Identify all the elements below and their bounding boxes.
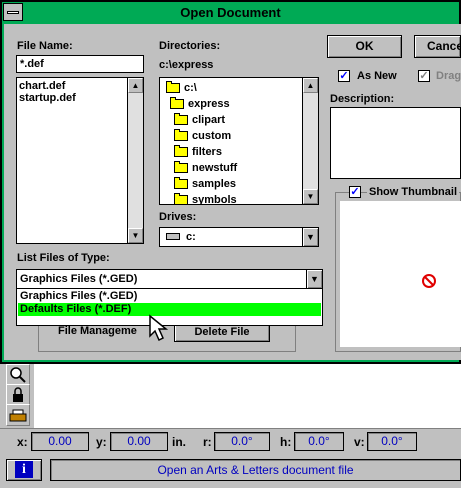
description-label: Description: bbox=[330, 93, 395, 105]
folder-icon bbox=[174, 113, 188, 126]
directory-scrollbar[interactable]: ▲ ▼ bbox=[302, 78, 318, 204]
dialog-title: Open Document bbox=[180, 5, 281, 20]
mouse-cursor-icon bbox=[149, 314, 169, 342]
file-list-scrollbar[interactable]: ▲ ▼ bbox=[127, 78, 143, 243]
dropdown-arrow-icon[interactable]: ▼ bbox=[302, 228, 318, 246]
v-skew-value: 0.0° bbox=[367, 432, 417, 451]
folder-icon bbox=[174, 161, 188, 174]
drag-checkbox[interactable]: ✓ bbox=[418, 70, 430, 82]
file-type-value: Graphics Files (*.GED) bbox=[20, 273, 138, 285]
x-label: x: bbox=[17, 435, 28, 449]
v-label: v: bbox=[354, 435, 365, 449]
dir-item-samples[interactable]: samples bbox=[174, 177, 236, 190]
list-files-of-type-label: List Files of Type: bbox=[17, 252, 110, 264]
scanner-tool-icon[interactable] bbox=[6, 404, 30, 426]
unit-label: in. bbox=[172, 435, 186, 449]
info-button[interactable]: i bbox=[6, 459, 42, 481]
folder-icon bbox=[174, 129, 188, 142]
dir-item-custom[interactable]: custom bbox=[174, 129, 231, 142]
y-coordinate: 0.00 bbox=[110, 432, 168, 451]
directories-label: Directories: bbox=[159, 40, 221, 52]
file-name-input[interactable]: *.def bbox=[16, 55, 144, 73]
scroll-down-icon[interactable]: ▼ bbox=[128, 228, 143, 243]
drive-value: c: bbox=[186, 231, 196, 243]
dir-item-root[interactable]: c:\ bbox=[166, 81, 197, 94]
scroll-down-icon[interactable]: ▼ bbox=[303, 189, 318, 204]
list-item[interactable]: chart.def bbox=[17, 80, 143, 92]
file-list[interactable]: chart.def startup.def bbox=[16, 77, 144, 244]
cancel-button[interactable]: Cance bbox=[414, 35, 461, 58]
dir-item-express[interactable]: express bbox=[170, 97, 230, 110]
scroll-up-icon[interactable]: ▲ bbox=[128, 78, 143, 93]
file-type-dropdown[interactable]: Graphics Files (*.GED) ▼ bbox=[16, 269, 323, 289]
dir-item-clipart[interactable]: clipart bbox=[174, 113, 225, 126]
description-field[interactable] bbox=[330, 107, 461, 179]
drag-label: Drag bbox=[436, 70, 461, 82]
h-label: h: bbox=[280, 435, 292, 449]
h-skew-value: 0.0° bbox=[294, 432, 344, 451]
current-directory: c:\express bbox=[159, 59, 214, 71]
drives-dropdown[interactable]: c: ▼ bbox=[159, 227, 319, 247]
as-new-label: As New bbox=[357, 70, 397, 82]
ok-button[interactable]: OK bbox=[327, 35, 402, 58]
option-graphics[interactable]: Graphics Files (*.GED) bbox=[20, 290, 137, 302]
file-management-label: File Manageme bbox=[58, 325, 137, 337]
dir-item-newstuff[interactable]: newstuff bbox=[174, 161, 237, 174]
dir-item-symbols[interactable]: symbols bbox=[174, 193, 237, 204]
info-icon: i bbox=[15, 461, 33, 478]
file-name-label: File Name: bbox=[17, 40, 73, 52]
zoom-tool-icon[interactable] bbox=[6, 364, 30, 386]
as-new-checkbox[interactable]: ✓ bbox=[338, 70, 350, 82]
scroll-up-icon[interactable]: ▲ bbox=[303, 78, 318, 93]
no-preview-icon bbox=[422, 274, 436, 288]
x-coordinate: 0.00 bbox=[31, 432, 89, 451]
drive-icon bbox=[166, 233, 180, 240]
folder-icon bbox=[174, 177, 188, 190]
open-folder-icon bbox=[166, 81, 180, 94]
folder-icon bbox=[174, 193, 188, 204]
show-thumbnail-checkbox[interactable]: ✓ bbox=[349, 186, 361, 198]
status-message: Open an Arts & Letters document file bbox=[50, 459, 461, 481]
dir-item-filters[interactable]: filters bbox=[174, 145, 222, 158]
system-menu-icon[interactable] bbox=[3, 3, 23, 21]
dropdown-arrow-icon[interactable]: ▼ bbox=[306, 270, 322, 288]
thumbnail-preview bbox=[340, 201, 461, 347]
open-folder-icon bbox=[170, 97, 184, 110]
lock-tool-icon[interactable] bbox=[6, 384, 30, 406]
directory-tree[interactable]: c:\ express clipart custom filters newst… bbox=[159, 77, 319, 205]
rotation-value: 0.0° bbox=[214, 432, 270, 451]
drives-label: Drives: bbox=[159, 211, 197, 223]
list-item[interactable]: startup.def bbox=[17, 92, 143, 104]
r-label: r: bbox=[203, 435, 212, 449]
y-label: y: bbox=[96, 435, 107, 449]
show-thumbnail-label: Show Thumbnail bbox=[367, 186, 459, 198]
folder-icon bbox=[174, 145, 188, 158]
